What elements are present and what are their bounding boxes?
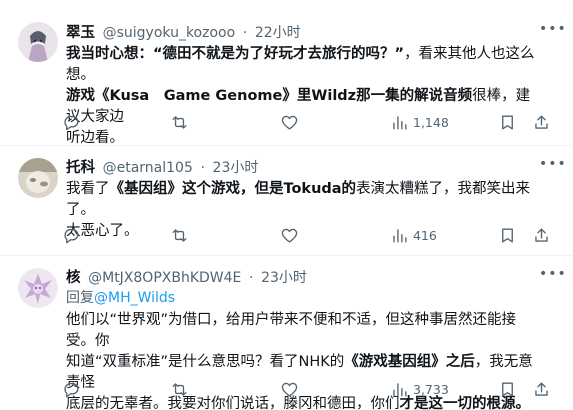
reply-icon xyxy=(64,115,79,130)
view-count: 3,733 xyxy=(413,381,449,397)
tweet-header: 核 @MtJX8OPXBhKDW4E · 23小时 xyxy=(66,269,307,287)
reply-icon xyxy=(64,382,79,397)
repost-icon xyxy=(172,115,187,129)
tweet-text-segment: 我当时心想：“德田不就是为了好玩才去旅行的吗？” xyxy=(66,46,405,62)
tweet[interactable]: 翠玉 @suigyoku_kozooo · 22小时 ••• 我当时心想：“德田… xyxy=(0,0,573,146)
share-button[interactable] xyxy=(532,224,551,246)
share-button[interactable] xyxy=(532,111,551,133)
bookmark-icon xyxy=(502,381,513,397)
like-button[interactable] xyxy=(280,111,299,133)
replying-to: 回复@MH_Wilds xyxy=(66,289,175,307)
bookmark-icon xyxy=(502,114,513,130)
share-icon xyxy=(535,227,548,242)
display-name[interactable]: 翠玉 xyxy=(66,25,95,41)
tweet-text-line: 我当时心想：“德田不就是为了好玩才去旅行的吗？”，看来其他人也这么想。 xyxy=(66,44,544,86)
repost-icon xyxy=(172,228,187,242)
tweet-header: 托科 @etarnal105 · 23小时 xyxy=(66,159,258,177)
avatar[interactable] xyxy=(18,22,58,62)
user-handle[interactable]: @suigyoku_kozooo xyxy=(103,25,236,41)
timestamp[interactable]: 23小时 xyxy=(213,160,259,176)
separator: · xyxy=(200,160,205,176)
replying-to-label: 回复 xyxy=(66,290,94,306)
timestamp[interactable]: 23小时 xyxy=(261,270,307,286)
reply-button[interactable] xyxy=(62,378,81,400)
view-count: 416 xyxy=(413,227,437,243)
tweet-text-segment: 知道“双重标准”是什么意思吗？看了NHK的 xyxy=(66,354,345,370)
like-button[interactable] xyxy=(280,378,299,400)
replying-to-handle[interactable]: @MH_Wilds xyxy=(94,290,175,306)
user-handle[interactable]: @MtJX8OPXBhKDW4E xyxy=(88,270,241,286)
separator: · xyxy=(249,270,254,286)
views-button[interactable]: 416 xyxy=(390,224,437,246)
bookmark-button[interactable] xyxy=(498,378,517,400)
avatar[interactable] xyxy=(18,268,58,308)
heart-icon xyxy=(281,382,298,397)
views-button[interactable]: 3,733 xyxy=(390,378,449,400)
more-options-icon[interactable]: ••• xyxy=(539,22,566,40)
separator: · xyxy=(242,25,248,41)
avatar[interactable] xyxy=(18,158,58,198)
display-name[interactable]: 托科 xyxy=(66,160,95,176)
bookmark-icon xyxy=(502,227,513,243)
heart-icon xyxy=(281,228,298,243)
view-count: 1,148 xyxy=(413,114,449,130)
tweet[interactable]: 托科 @etarnal105 · 23小时 ••• 我看了《基因组》这个游戏，但… xyxy=(0,146,573,256)
reply-button[interactable] xyxy=(62,111,81,133)
tweet-text-segment: 《基因组》这个游戏，但是Tokuda的 xyxy=(109,181,357,197)
tweet-text-segment: 我看了 xyxy=(66,181,110,197)
tweet[interactable]: 核 @MtJX8OPXBhKDW4E · 23小时 ••• 回复@MH_Wild… xyxy=(0,256,573,410)
repost-button[interactable] xyxy=(170,111,189,133)
timestamp[interactable]: 22小时 xyxy=(255,25,301,41)
bookmark-button[interactable] xyxy=(498,111,517,133)
share-button[interactable] xyxy=(532,378,551,400)
like-button[interactable] xyxy=(280,224,299,246)
user-handle[interactable]: @etarnal105 xyxy=(103,160,193,176)
share-icon xyxy=(535,114,548,129)
display-name[interactable]: 核 xyxy=(66,270,81,286)
action-bar: 416 xyxy=(60,224,550,246)
action-bar: 1,148 xyxy=(60,111,550,133)
tweet-text-segment: 《游戏基因组》之后 xyxy=(344,354,475,370)
bar-chart-icon xyxy=(393,115,407,130)
tweet-text-line: 他们以“世界观”为借口，给用户带来不便和不适，但这种事居然还能接受。你 xyxy=(66,310,544,352)
bookmark-button[interactable] xyxy=(498,224,517,246)
more-options-icon[interactable]: ••• xyxy=(539,267,566,285)
tweet-text: 我当时心想：“德田不就是为了好玩才去旅行的吗？”，看来其他人也这么想。游戏《Ku… xyxy=(66,44,544,149)
reply-icon xyxy=(64,228,79,243)
tweet-text-line: 我看了《基因组》这个游戏，但是Tokuda的表演太糟糕了，我都笑出来了。 xyxy=(66,179,544,221)
repost-button[interactable] xyxy=(170,224,189,246)
share-icon xyxy=(535,381,548,396)
reply-button[interactable] xyxy=(62,224,81,246)
bar-chart-icon xyxy=(393,228,407,243)
bar-chart-icon xyxy=(393,382,407,397)
action-bar: 3,733 xyxy=(60,378,550,400)
tweet-header: 翠玉 @suigyoku_kozooo · 22小时 xyxy=(66,24,301,42)
tweet-text-segment: 他们以“世界观”为借口，给用户带来不便和不适，但这种事居然还能接受。你 xyxy=(66,312,517,349)
more-options-icon[interactable]: ••• xyxy=(539,157,566,175)
repost-icon xyxy=(172,382,187,396)
repost-button[interactable] xyxy=(170,378,189,400)
heart-icon xyxy=(281,115,298,130)
views-button[interactable]: 1,148 xyxy=(390,111,449,133)
tweet-text-segment: 游戏《Kusa Game Genome》里Wildz那一集的解说音频 xyxy=(66,88,473,104)
